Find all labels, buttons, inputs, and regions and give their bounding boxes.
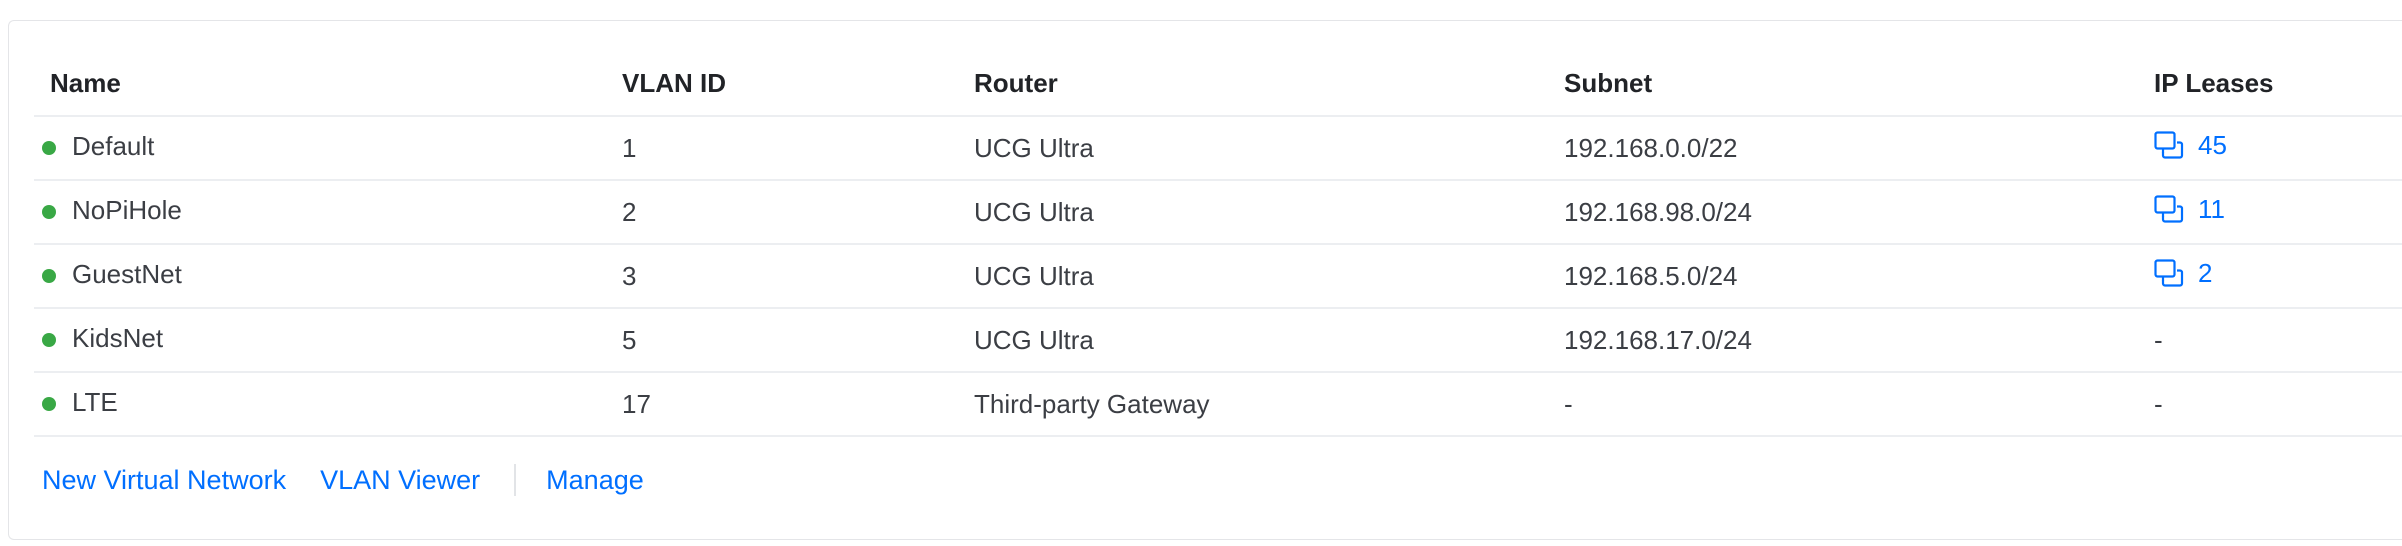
table-row[interactable]: NoPiHole 2 UCG Ultra 192.168.98.0/24 11 <box>34 180 2402 245</box>
cell-ip-leases: 2 <box>2138 244 2402 309</box>
column-header-vlan-id[interactable]: VLAN ID <box>606 52 958 117</box>
ip-leases-count: 11 <box>2198 193 2225 224</box>
network-name: LTE <box>72 386 118 417</box>
ip-leases-icon <box>2154 195 2184 223</box>
cell-ip-leases: - <box>2138 372 2402 437</box>
table-footer: New Virtual Network VLAN Viewer Manage <box>42 464 644 496</box>
ip-leases-link[interactable]: 45 <box>2154 130 2227 161</box>
network-name: NoPiHole <box>72 194 182 225</box>
ip-leases-empty: - <box>2154 324 2163 355</box>
table-row[interactable]: KidsNet 5 UCG Ultra 192.168.17.0/24- <box>34 308 2402 373</box>
table-row[interactable]: GuestNet 3 UCG Ultra 192.168.5.0/24 2 <box>34 244 2402 309</box>
ip-leases-link[interactable]: 2 <box>2154 258 2212 289</box>
cell-subnet: - <box>1548 372 2138 437</box>
cell-name: Default <box>34 116 606 181</box>
ip-leases-count: 45 <box>2198 129 2227 160</box>
network-name: GuestNet <box>72 258 182 289</box>
cell-subnet: 192.168.17.0/24 <box>1548 308 2138 373</box>
status-dot-icon <box>42 204 56 219</box>
cell-vlan-id: 1 <box>606 116 958 181</box>
network-name: Default <box>72 130 155 161</box>
cell-router: Third-party Gateway <box>958 372 1548 437</box>
cell-subnet: 192.168.5.0/24 <box>1548 244 2138 309</box>
status-dot-icon <box>42 140 56 155</box>
cell-ip-leases: 45 <box>2138 116 2402 181</box>
network-name: KidsNet <box>72 322 164 353</box>
cell-vlan-id: 5 <box>606 308 958 373</box>
cell-name: KidsNet <box>34 308 606 373</box>
cell-vlan-id: 3 <box>606 244 958 309</box>
status-dot-icon <box>42 396 56 411</box>
table-row[interactable]: Default 1 UCG Ultra 192.168.0.0/22 45 <box>34 116 2402 181</box>
ip-leases-link[interactable]: 11 <box>2154 194 2225 225</box>
cell-ip-leases: - <box>2138 308 2402 373</box>
table-header-row: Name VLAN ID Router Subnet IP Leases <box>34 52 2402 117</box>
cell-name: LTE <box>34 372 606 437</box>
cell-router: UCG Ultra <box>958 180 1548 245</box>
ip-leases-icon <box>2154 131 2184 159</box>
footer-divider <box>514 464 517 496</box>
column-header-router[interactable]: Router <box>958 52 1548 117</box>
cell-vlan-id: 2 <box>606 180 958 245</box>
ip-leases-empty: - <box>2154 388 2163 419</box>
cell-name: GuestNet <box>34 244 606 309</box>
cell-ip-leases: 11 <box>2138 180 2402 245</box>
column-header-subnet[interactable]: Subnet <box>1548 52 2138 117</box>
column-header-name[interactable]: Name <box>34 52 606 117</box>
table-row[interactable]: LTE 17 Third-party Gateway - - <box>34 372 2402 437</box>
new-virtual-network-button[interactable]: New Virtual Network <box>42 465 286 496</box>
ip-leases-icon <box>2154 259 2184 287</box>
status-dot-icon <box>42 268 56 283</box>
vlan-viewer-button[interactable]: VLAN Viewer <box>320 465 480 496</box>
networks-table: Name VLAN ID Router Subnet IP Leases Def… <box>34 52 2402 437</box>
manage-button[interactable]: Manage <box>546 465 644 496</box>
cell-router: UCG Ultra <box>958 116 1548 181</box>
status-dot-icon <box>42 332 56 347</box>
column-header-ip-leases[interactable]: IP Leases <box>2138 52 2402 117</box>
ip-leases-count: 2 <box>2198 257 2213 288</box>
cell-name: NoPiHole <box>34 180 606 245</box>
cell-vlan-id: 17 <box>606 372 958 437</box>
cell-router: UCG Ultra <box>958 244 1548 309</box>
cell-subnet: 192.168.98.0/24 <box>1548 180 2138 245</box>
cell-router: UCG Ultra <box>958 308 1548 373</box>
cell-subnet: 192.168.0.0/22 <box>1548 116 2138 181</box>
